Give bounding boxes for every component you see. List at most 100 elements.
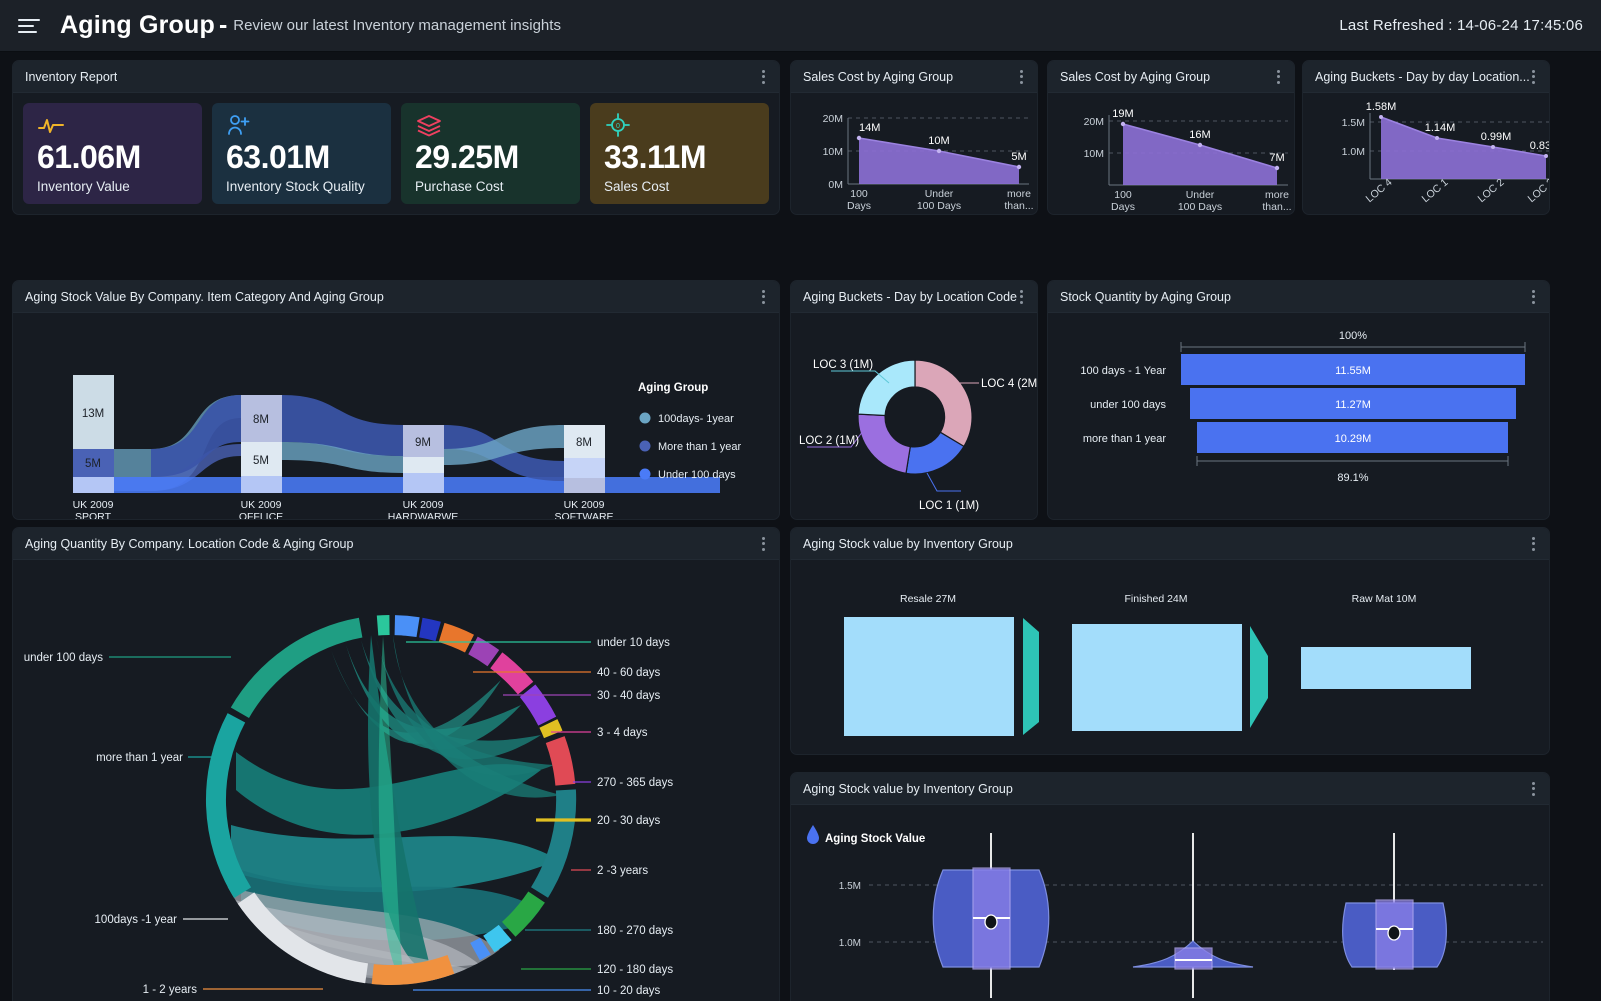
last-refreshed-text: Last Refreshed : 14-06-24 17:45:06 (1339, 17, 1583, 34)
bar-value: 11.27M (1335, 399, 1371, 411)
title-dash: - (219, 11, 227, 40)
violin-100days-1year[interactable]: 100 days - 1 year (933, 833, 1049, 1001)
x-tick-label: LOC 1 (1420, 176, 1451, 205)
bottom-annotation: 89.1% (1337, 472, 1368, 484)
chord-arc-under-100-days[interactable] (231, 618, 363, 718)
kebab-menu-icon[interactable] (760, 533, 767, 555)
sankey-node (564, 478, 605, 493)
kebab-menu-icon[interactable] (1530, 533, 1537, 555)
kpi-label: Sales Cost (604, 179, 755, 194)
panel-title: Stock Quantity by Aging Group (1060, 290, 1231, 304)
donut-label-loc3: LOC 3 (1M) (813, 359, 873, 371)
y-tick-label: 20M (823, 113, 843, 125)
chord-arc-30-40-days[interactable] (468, 637, 499, 667)
y-tick-label: 10M (1084, 148, 1104, 160)
data-label: 0.83M (1530, 140, 1550, 152)
panel-sales-cost-1: Sales Cost by Aging Group 20M 10M 0M 14M (790, 60, 1038, 215)
kebab-menu-icon[interactable] (1530, 286, 1537, 308)
legend-label: 100days- 1year (658, 413, 734, 425)
kpi-card-purchase-cost[interactable]: 29.25M Purchase Cost (401, 103, 580, 204)
data-label: 16M (1189, 129, 1210, 141)
chord-arc-blue-dark[interactable] (419, 618, 441, 641)
chord-arc-40-60-days[interactable] (439, 623, 474, 653)
panel-title: Sales Cost by Aging Group (803, 70, 953, 84)
y-tick-label: 1.0M (839, 938, 861, 949)
panel-inventory-report: Inventory Report 61.06M Inventory Value (12, 60, 780, 215)
violin-chart[interactable]: Aging Stock Value 1.5M 1.0M 100 days - 1… (791, 805, 1550, 1001)
kpi-card-sales-cost[interactable]: 0 33.11M Sales Cost (590, 103, 769, 204)
kpi-card-inventory-value[interactable]: 61.06M Inventory Value (23, 103, 202, 204)
donut-label-loc4: LOC 4 (2M) (981, 378, 1038, 390)
panel-content: under 100 days more than 1 year 100days … (13, 560, 779, 1001)
panel-sankey: Aging Stock Value By Company. Item Categ… (12, 280, 780, 520)
legend-swatch (640, 469, 651, 480)
panel-funnel: Aging Stock value by Inventory Group Res… (790, 527, 1550, 755)
kebab-menu-icon[interactable] (1275, 66, 1282, 88)
chord-arc-180-270-days[interactable] (531, 789, 576, 897)
panel-content: LOC 4 (2M) LOC 1 (1M) LOC 2 (1M) LOC 3 (… (791, 313, 1037, 519)
chord-arc-10-20-days[interactable] (395, 615, 420, 637)
chord-label-3-4-days: 3 - 4 days (597, 727, 648, 739)
kpi-card-inventory-stock-quality[interactable]: 63.01M Inventory Stock Quality (212, 103, 391, 204)
area-chart-sales-cost-1[interactable]: 20M 10M 0M 14M 10M 5M 100 Days Under (791, 93, 1038, 215)
activity-pulse-icon (37, 113, 188, 137)
legend-swatch (640, 441, 651, 452)
app-header: Aging Group - Review our latest Inventor… (0, 0, 1601, 52)
chord-label-30-40-days: 30 - 40 days (597, 690, 661, 702)
layers-stack-icon (415, 113, 566, 137)
area-chart-sales-cost-2[interactable]: 20M 10M 19M 16M 7M 100 Days Under 100 Da… (1048, 93, 1295, 215)
kebab-menu-icon[interactable] (1018, 286, 1025, 308)
data-label: 1.58M (1366, 101, 1397, 113)
kebab-menu-icon[interactable] (760, 66, 767, 88)
funnel-chart[interactable]: Resale 27M Finished 24M Raw Mat 10M (791, 560, 1550, 755)
funnel-bar-resale[interactable] (844, 617, 1014, 736)
panel-header: Aging Buckets - Day by Location Code (791, 281, 1037, 313)
chord-label-20-30-days: 20 - 30 days (597, 815, 661, 827)
donut-chart[interactable]: LOC 4 (2M) LOC 1 (1M) LOC 2 (1M) LOC 3 (… (791, 313, 1038, 520)
kpi-value: 63.01M (226, 141, 377, 175)
y-tick-label: 20M (1084, 116, 1104, 128)
sankey-stage-label: SOFTWARE (554, 511, 613, 520)
chord-arc-270-365-days[interactable] (520, 685, 556, 726)
legend-label: Under 100 days (658, 469, 736, 481)
dashboard-root: Aging Group - Review our latest Inventor… (0, 0, 1601, 1001)
kpi-value: 61.06M (37, 141, 188, 175)
kpi-label: Inventory Stock Quality (226, 179, 377, 194)
kebab-menu-icon[interactable] (1018, 66, 1025, 88)
sankey-chart[interactable]: 13M 5M 8M 5M (13, 313, 780, 520)
droplet-icon (807, 825, 819, 844)
donut-slice-loc4[interactable] (915, 360, 972, 446)
violin-more-than-1-year[interactable]: more than 1 Year (1133, 833, 1253, 1001)
violin-legend-label: Aging Stock Value (825, 833, 925, 845)
panel-content: 61.06M Inventory Value 63.01M Inventory … (13, 93, 779, 214)
area-chart-aging-buckets-day[interactable]: 1.5M 1.0M 1.58M 1.14M 0.99M 0.83M LOC 4 … (1303, 93, 1550, 215)
panel-header: Aging Stock value by Inventory Group (791, 528, 1549, 560)
chord-arc-2-3-years[interactable] (546, 736, 576, 786)
funnel-bar-rawmat[interactable] (1301, 647, 1471, 689)
funnel-label-resale: Resale 27M (900, 593, 956, 605)
y-tick-label: 1.0M (1342, 146, 1365, 158)
legend-title: Aging Group (638, 382, 708, 394)
hamburger-icon[interactable] (18, 16, 44, 36)
kebab-menu-icon[interactable] (1530, 66, 1537, 88)
panel-content: Aging Stock Value 1.5M 1.0M 100 days - 1… (791, 805, 1549, 1001)
kebab-menu-icon[interactable] (760, 286, 767, 308)
legend-label: More than 1 year (658, 441, 741, 453)
bar-chart-stock-quantity[interactable]: 100% 11.55M 100 days - 1 Year 11.27M und… (1048, 313, 1550, 520)
chord-arc-under-10-days[interactable] (377, 615, 390, 636)
violin-under-100-days[interactable]: under 100 days (1343, 833, 1447, 1001)
x-tick-label: more (1007, 188, 1031, 200)
page-subtitle: Review our latest Inventory management i… (233, 17, 561, 34)
donut-slice-loc2[interactable] (858, 414, 910, 473)
x-tick-label: LOC 2 (1476, 176, 1507, 205)
chord-arc-3-4-days[interactable] (490, 652, 533, 694)
data-label: 19M (1112, 108, 1133, 120)
funnel-bar-finished[interactable] (1072, 624, 1242, 731)
data-label: 5M (1011, 151, 1026, 163)
x-tick-label: Under (1186, 189, 1215, 201)
panel-title: Aging Buckets - Day by Location Code (803, 290, 1017, 304)
data-label: 0.99M (1481, 131, 1512, 143)
kebab-menu-icon[interactable] (1530, 778, 1537, 800)
panel-title: Sales Cost by Aging Group (1060, 70, 1210, 84)
chord-diagram[interactable]: under 100 days more than 1 year 100days … (13, 560, 780, 1001)
